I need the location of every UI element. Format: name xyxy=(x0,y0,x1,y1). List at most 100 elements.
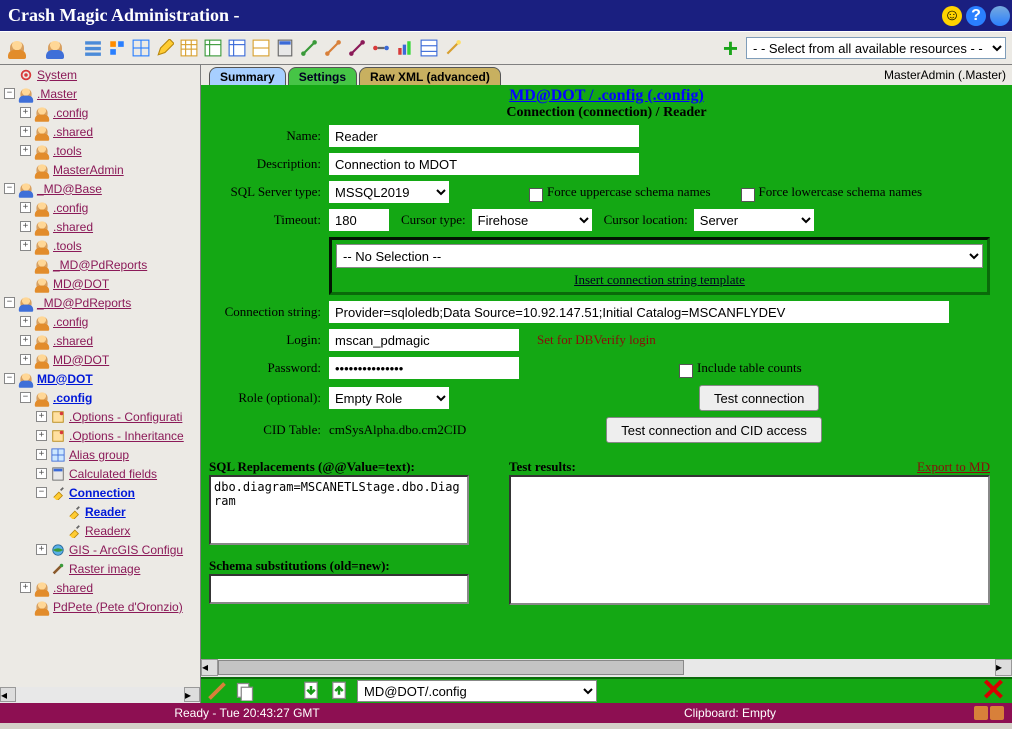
tree-node[interactable]: −_MD@PdReports xyxy=(0,293,200,312)
tree-node[interactable]: + .tools xyxy=(0,141,200,160)
list-icon[interactable] xyxy=(82,37,104,59)
tree-link[interactable]: .Options - Configurati xyxy=(69,410,182,424)
expand-icon[interactable]: + xyxy=(20,126,31,137)
tree-link[interactable]: Raster image xyxy=(69,562,140,576)
table4-icon[interactable] xyxy=(250,37,272,59)
expand-icon[interactable]: − xyxy=(4,88,15,99)
tree-node[interactable]: Raster image xyxy=(0,559,200,578)
template-select[interactable]: -- No Selection -- xyxy=(336,244,983,268)
expand-icon[interactable]: − xyxy=(20,392,31,403)
tree-node[interactable]: MD@DOT xyxy=(0,274,200,293)
expand-icon[interactable]: − xyxy=(4,297,15,308)
desc-input[interactable] xyxy=(329,153,639,175)
tab-settings[interactable]: Settings xyxy=(288,67,357,86)
tree-node[interactable]: −.Master xyxy=(0,84,200,103)
expand-icon[interactable]: + xyxy=(20,582,31,593)
timeout-input[interactable] xyxy=(329,209,389,231)
tree-link[interactable]: .config xyxy=(53,201,88,215)
wand-icon[interactable] xyxy=(442,37,464,59)
tree-node[interactable]: −MD@DOT xyxy=(0,369,200,388)
tree-node[interactable]: _MD@PdReports xyxy=(0,255,200,274)
tree-link[interactable]: Readerx xyxy=(85,524,130,538)
tree-node[interactable]: −_MD@Base xyxy=(0,179,200,198)
copy-icon[interactable] xyxy=(235,681,255,701)
tree-node[interactable]: Readerx xyxy=(0,521,200,540)
tree-link[interactable]: MD@DOT xyxy=(53,353,109,367)
password-input[interactable] xyxy=(329,357,519,379)
connstr-input[interactable] xyxy=(329,301,949,323)
expand-icon[interactable]: + xyxy=(20,145,31,156)
user-orange-icon[interactable] xyxy=(6,37,28,59)
user-blue-icon[interactable] xyxy=(44,37,66,59)
tree-node[interactable]: +.config xyxy=(0,103,200,122)
expand-icon[interactable]: + xyxy=(36,449,47,460)
cursortype-select[interactable]: Firehose xyxy=(472,209,592,231)
connector2-icon[interactable] xyxy=(322,37,344,59)
tree-link[interactable]: MD@DOT xyxy=(37,372,93,386)
expand-icon[interactable]: + xyxy=(20,316,31,327)
tree-link[interactable]: Reader xyxy=(85,505,126,519)
table5-icon[interactable] xyxy=(418,37,440,59)
tree-link[interactable]: _MD@PdReports xyxy=(53,258,147,272)
status-icon-1[interactable] xyxy=(974,706,988,720)
expand-icon[interactable]: − xyxy=(4,183,15,194)
tree-link[interactable]: Connection xyxy=(69,486,135,500)
tree-node[interactable]: +Alias group xyxy=(0,445,200,464)
sqltype-select[interactable]: MSSQL2019 xyxy=(329,181,449,203)
expand-icon[interactable]: + xyxy=(20,354,31,365)
tab-summary[interactable]: Summary xyxy=(209,67,286,86)
tree-node[interactable]: +Calculated fields xyxy=(0,464,200,483)
expand-icon[interactable]: + xyxy=(36,430,47,441)
connector3-icon[interactable] xyxy=(346,37,368,59)
pencil-icon[interactable] xyxy=(154,37,176,59)
breadcrumb-link[interactable]: MD@DOT / .config (.config) xyxy=(509,87,704,104)
clipboard-close-icon[interactable]: ✕ xyxy=(981,680,1006,702)
schemasub-textarea[interactable] xyxy=(209,574,469,604)
expand-icon[interactable]: + xyxy=(20,221,31,232)
export-link[interactable]: Export to MD xyxy=(917,459,990,475)
cursorloc-select[interactable]: Server xyxy=(694,209,814,231)
tree-node[interactable]: System xyxy=(0,65,200,84)
tree-node[interactable]: +.shared xyxy=(0,578,200,597)
exit-icon[interactable] xyxy=(990,6,1010,26)
table2-icon[interactable] xyxy=(202,37,224,59)
tree-link[interactable]: PdPete (Pete d'Oronzio) xyxy=(53,600,183,614)
tab-rawxml[interactable]: Raw XML (advanced) xyxy=(359,67,501,86)
expand-icon[interactable]: + xyxy=(20,202,31,213)
name-input[interactable] xyxy=(329,125,639,147)
tree-link[interactable]: .tools xyxy=(53,144,82,158)
tree-node[interactable]: +.shared xyxy=(0,217,200,236)
connector4-icon[interactable] xyxy=(370,37,392,59)
tree-node[interactable]: Reader xyxy=(0,502,200,521)
tree-link[interactable]: .Options - Inheritance xyxy=(69,429,184,443)
tree-link[interactable]: GIS - ArcGIS Configu xyxy=(69,543,183,557)
expand-icon[interactable]: + xyxy=(20,335,31,346)
login-input[interactable] xyxy=(329,329,519,351)
expand-icon[interactable]: + xyxy=(20,240,31,251)
role-select[interactable]: Empty Role xyxy=(329,387,449,409)
tree-link[interactable]: .shared xyxy=(53,125,93,139)
help-icon[interactable]: ? xyxy=(966,6,986,26)
grid2-icon[interactable] xyxy=(130,37,152,59)
clipboard-path-select[interactable]: MD@DOT/.config xyxy=(357,680,597,702)
tree-link[interactable]: System xyxy=(37,68,77,82)
include-counts-check[interactable] xyxy=(679,364,693,378)
test-connection-button[interactable]: Test connection xyxy=(699,385,819,411)
resource-select[interactable]: - - Select from all available resources … xyxy=(746,37,1006,59)
force-lower-check[interactable] xyxy=(741,188,755,202)
tree-hscrollbar[interactable]: ◂▸ xyxy=(0,687,200,703)
tree-link[interactable]: .config xyxy=(53,315,88,329)
table3-icon[interactable] xyxy=(226,37,248,59)
tree-link[interactable]: MD@DOT xyxy=(53,277,109,291)
tree-node[interactable]: + .shared xyxy=(0,122,200,141)
tree-link[interactable]: .config xyxy=(53,391,92,405)
test-cid-button[interactable]: Test connection and CID access xyxy=(606,417,822,443)
tree-node[interactable]: + .config xyxy=(0,312,200,331)
expand-icon[interactable]: + xyxy=(36,544,47,555)
tree-link[interactable]: MasterAdmin xyxy=(53,163,124,177)
schema-icon[interactable] xyxy=(106,37,128,59)
upload-icon[interactable] xyxy=(329,681,349,701)
tree-node[interactable]: + GIS - ArcGIS Configu xyxy=(0,540,200,559)
tree-node[interactable]: PdPete (Pete d'Oronzio) xyxy=(0,597,200,616)
main-hscrollbar[interactable]: ◂▸ xyxy=(201,659,1012,677)
